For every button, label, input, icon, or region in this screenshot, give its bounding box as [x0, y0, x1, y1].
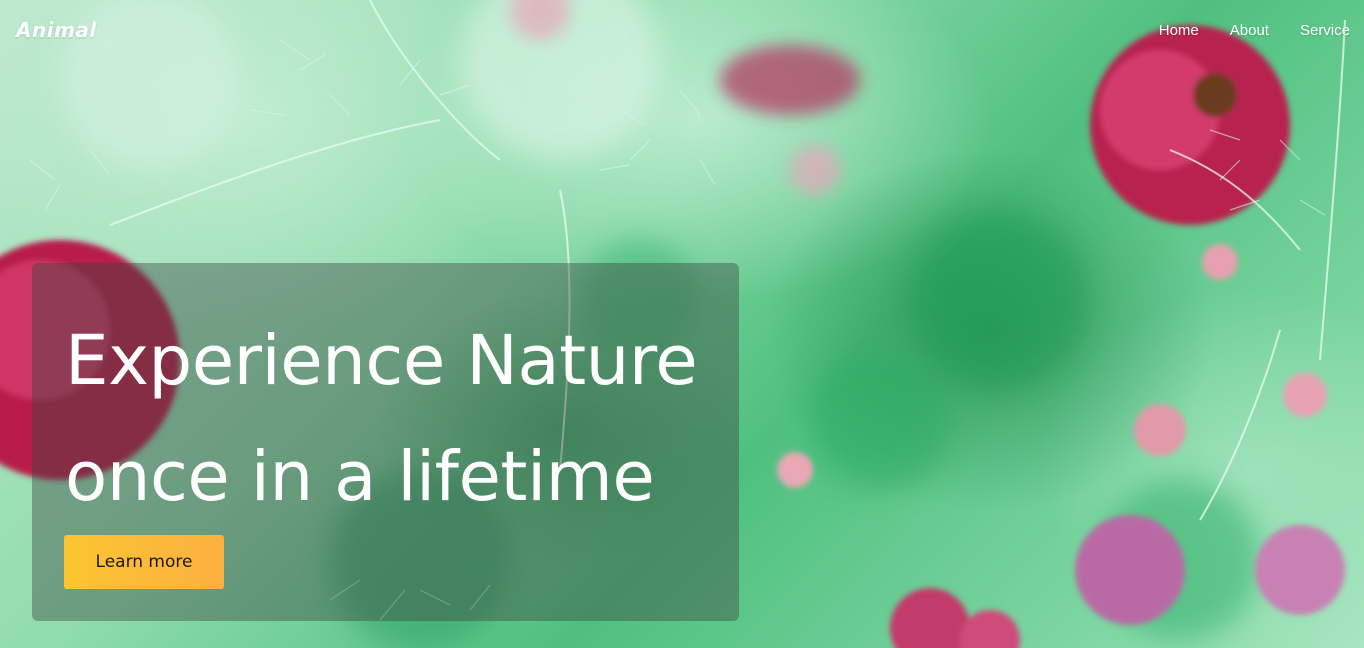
learn-more-button[interactable]: Learn more — [64, 535, 224, 589]
brand-logo[interactable]: Animal — [16, 18, 97, 42]
landing-page: Animal Home About Service Experience Nat… — [0, 0, 1364, 648]
hero-title-line-1: Experience Nature — [65, 321, 698, 401]
top-navbar: Animal Home About Service — [0, 0, 1364, 64]
hero-title-line-2: once in a lifetime — [65, 437, 655, 517]
nav-links: Home About Service — [1159, 22, 1350, 39]
nav-link-service[interactable]: Service — [1300, 22, 1350, 39]
nav-link-home[interactable]: Home — [1159, 22, 1199, 39]
nav-link-about[interactable]: About — [1230, 22, 1269, 39]
hero-title: Experience Nature once in a lifetime — [65, 303, 735, 535]
hero-card: Experience Nature once in a lifetime Lea… — [32, 263, 739, 621]
